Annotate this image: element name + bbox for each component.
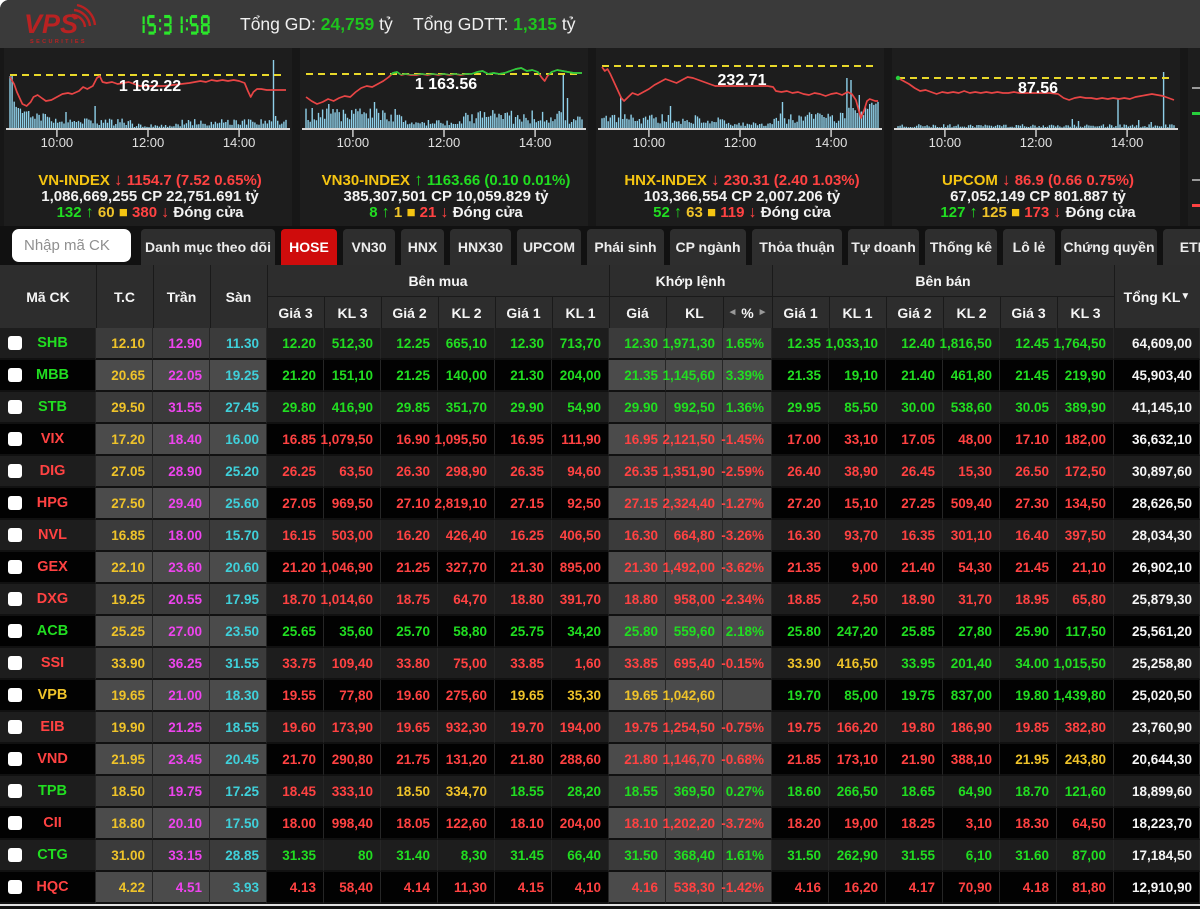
svg-text:132 ↑ 60 ■ 380 ↓ Đóng cửa: 132 ↑ 60 ■ 380 ↓ Đóng cửa bbox=[57, 204, 245, 221]
svg-text:VN-INDEX ↓ 1154.7 (7.52 0.65: VN-INDEX ↓ 1154.7 (7.52 0.65%) bbox=[38, 170, 262, 189]
svg-text:127 ↑ 125 ■ 173 ↓ Đóng cửa: 127 ↑ 125 ■ 173 ↓ Đóng cửa bbox=[940, 204, 1136, 221]
svg-text:10:00: 10:00 bbox=[41, 135, 74, 150]
svg-text:385,307,501 CP 10,059.829 tỷ: 385,307,501 CP 10,059.829 tỷ bbox=[344, 188, 550, 205]
svg-text:12:00: 12:00 bbox=[1020, 135, 1053, 150]
svg-text:1 162.22: 1 162.22 bbox=[119, 78, 181, 95]
svg-text:12:00: 12:00 bbox=[428, 135, 461, 150]
svg-text:67,052,149 CP 801.887 tỷ: 67,052,149 CP 801.887 tỷ bbox=[950, 188, 1126, 205]
svg-text:VN30-INDEX ↑ 1163.66 (0.10 0: VN30-INDEX ↑ 1163.66 (0.10 0.01%) bbox=[322, 170, 571, 189]
svg-text:232.71: 232.71 bbox=[718, 72, 767, 89]
svg-text:14:00: 14:00 bbox=[1111, 135, 1144, 150]
svg-text:10:00: 10:00 bbox=[633, 135, 666, 150]
svg-text:103,366,554 CP 2,007.206 tỷ: 103,366,554 CP 2,007.206 tỷ bbox=[644, 188, 841, 205]
svg-text:VPS: VPS bbox=[24, 9, 78, 39]
svg-text:UPCOM ↓ 86.9 (0.66 0.75%): UPCOM ↓ 86.9 (0.66 0.75%) bbox=[942, 170, 1134, 189]
svg-text:8 ↑ 1 ■ 21 ↓ Đóng cửa: 8 ↑ 1 ■ 21 ↓ Đóng cửa bbox=[369, 204, 523, 221]
svg-text:10:00: 10:00 bbox=[337, 135, 370, 150]
svg-text:12:00: 12:00 bbox=[724, 135, 757, 150]
svg-text:10:00: 10:00 bbox=[929, 135, 962, 150]
svg-text:52 ↑ 63 ■ 119 ↓ Đóng cửa: 52 ↑ 63 ■ 119 ↓ Đóng cửa bbox=[653, 204, 831, 221]
svg-text:12:00: 12:00 bbox=[132, 135, 165, 150]
svg-text:1,086,669,255 CP 22,751.691 tỷ: 1,086,669,255 CP 22,751.691 tỷ bbox=[41, 188, 259, 205]
svg-text:SECURITIES: SECURITIES bbox=[30, 39, 87, 45]
svg-text:14:00: 14:00 bbox=[815, 135, 848, 150]
svg-text:14:00: 14:00 bbox=[519, 135, 552, 150]
svg-text:87.56: 87.56 bbox=[1018, 80, 1058, 97]
svg-text:HNX-INDEX ↓ 230.31 (2.40 1.0: HNX-INDEX ↓ 230.31 (2.40 1.03%) bbox=[624, 170, 859, 189]
svg-text:14:00: 14:00 bbox=[223, 135, 256, 150]
svg-text:1 163.56: 1 163.56 bbox=[415, 76, 477, 93]
